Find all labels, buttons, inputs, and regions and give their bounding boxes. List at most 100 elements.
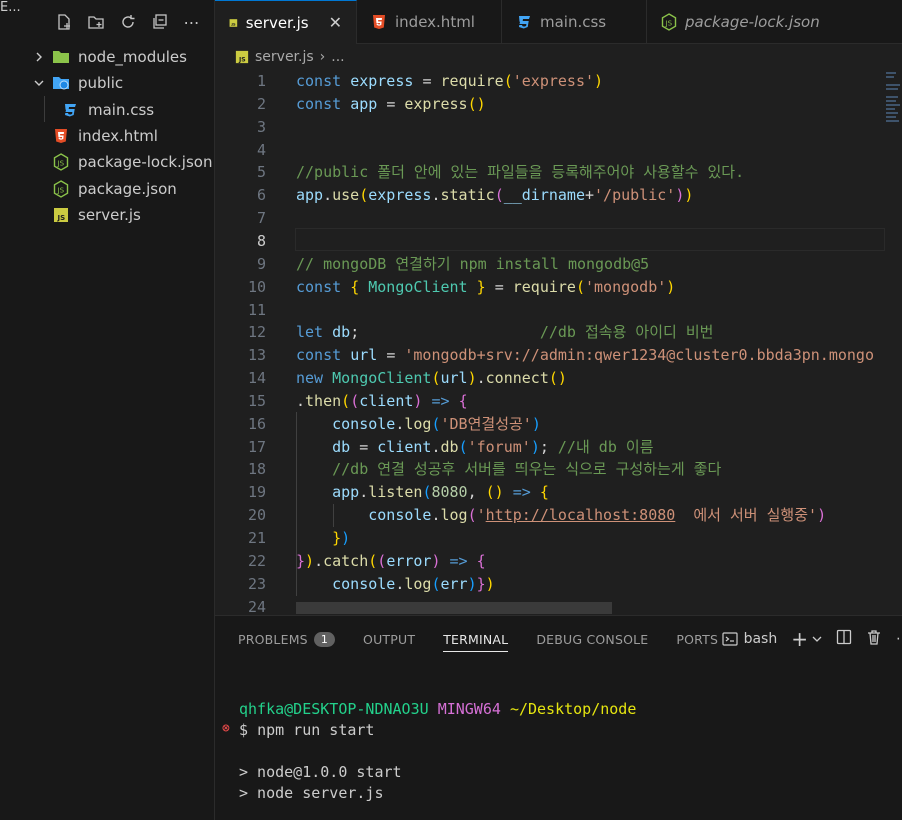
js-file-icon: JS: [235, 50, 249, 63]
code-token: (: [377, 551, 387, 570]
code-line[interactable]: 7: [215, 207, 902, 230]
more-actions-icon[interactable]: ⋯: [182, 12, 202, 32]
code-line[interactable]: 18 //db 연결 성공후 서버를 띄우는 식으로 구성하는게 좋다: [215, 458, 902, 481]
code-line[interactable]: 20 console.log('http://localhost:8080 에서…: [215, 504, 902, 527]
code-line[interactable]: 13 const url = 'mongodb+srv://admin:qwer1…: [215, 344, 902, 367]
code-line[interactable]: 3: [215, 116, 902, 139]
tab-main-css[interactable]: main.css: [502, 0, 647, 44]
code-line[interactable]: 6 app.use(express.static(__dirname+'/publ…: [215, 184, 902, 207]
tree-item-public[interactable]: public: [0, 70, 214, 96]
code-token: =: [422, 72, 441, 90]
tab-output[interactable]: OUTPUT: [363, 616, 415, 662]
code-token: error: [386, 551, 432, 570]
code-content: console.log(err)}): [296, 573, 495, 596]
code-line[interactable]: 8: [215, 230, 902, 253]
terminal-shell-selector[interactable]: bash: [721, 631, 778, 647]
code-line[interactable]: 9 // mongoDB 연결하기 npm install mongodb@5: [215, 253, 902, 276]
tree-item-package-lock-json[interactable]: JS package-lock.json: [0, 149, 214, 175]
breadcrumb-rest[interactable]: ...: [331, 49, 344, 65]
code-token: app: [296, 186, 324, 205]
line-number: 15: [247, 391, 266, 410]
code-line[interactable]: 17 db = client.db('forum'); //내 db 이름: [215, 436, 902, 459]
code-line[interactable]: 24: [215, 596, 902, 615]
new-file-icon[interactable]: [54, 12, 74, 32]
code-token: const: [296, 346, 351, 365]
tab-label: PORTS: [676, 631, 719, 647]
terminal-path: ~/Desktop/node: [509, 700, 637, 718]
error-circle-icon[interactable]: ⊗: [222, 721, 230, 736]
code-line[interactable]: 19 app.listen(8080, () => {: [215, 481, 902, 504]
tab-debug-console[interactable]: DEBUG CONSOLE: [536, 616, 648, 662]
code-token: url: [440, 369, 468, 388]
code-line[interactable]: 5 //public 폴더 안에 있는 파일들을 등록해주어야 사용할수 있다.: [215, 161, 902, 184]
tree-item-node-modules[interactable]: node_modules: [0, 44, 214, 70]
code-token: {: [458, 391, 468, 410]
code-token: const: [296, 277, 351, 296]
code-token: log: [440, 506, 468, 525]
code-line[interactable]: 2 const app = express(): [215, 93, 902, 116]
line-number: 7: [256, 209, 266, 228]
new-folder-icon[interactable]: [86, 12, 106, 32]
code-editor[interactable]: 1 const express = require('express') 2 cons…: [215, 70, 902, 615]
code-token: MongoClient: [332, 369, 432, 388]
line-number: 10: [247, 277, 266, 296]
terminal-command-line: $ npm run start: [239, 720, 374, 741]
refresh-icon[interactable]: [118, 12, 138, 32]
code-token: (: [458, 437, 468, 456]
code-token: require: [512, 277, 576, 296]
tree-item-index-html[interactable]: index.html: [0, 123, 214, 149]
tab-server-js[interactable]: JS server.js ✕: [215, 0, 357, 44]
code-token: (: [368, 551, 378, 570]
trash-icon[interactable]: [866, 629, 882, 649]
tab-package-lock-json[interactable]: JS package-lock.json: [647, 0, 837, 44]
code-token: then: [305, 391, 342, 410]
tab-label: package-lock.json: [685, 13, 820, 31]
collapse-all-icon[interactable]: [150, 12, 170, 32]
tree-item-server-js[interactable]: JS server.js: [0, 202, 214, 228]
code-token: express: [350, 72, 423, 90]
code-token: console: [332, 574, 396, 593]
code-token: +: [585, 186, 595, 205]
new-terminal-button[interactable]: +: [791, 627, 822, 651]
code-line[interactable]: 23 console.log(err)}): [215, 573, 902, 596]
tree-item-package-json[interactable]: JS package.json: [0, 175, 214, 201]
code-token: (: [494, 186, 504, 205]
tab-problems[interactable]: PROBLEMS 1: [238, 616, 336, 662]
tab-index-html[interactable]: index.html: [357, 0, 502, 44]
shell-name: bash: [743, 631, 778, 647]
code-content: app.listen(8080, () => {: [296, 481, 549, 504]
tab-ports[interactable]: PORTS: [676, 616, 718, 662]
code-line[interactable]: 21 }): [215, 527, 902, 550]
code-token: ): [467, 369, 477, 388]
tab-terminal[interactable]: TERMINAL: [443, 616, 509, 662]
js-file-icon: JS: [229, 18, 238, 27]
code-token: ): [594, 72, 604, 90]
code-line[interactable]: 15 .then((client) => {: [215, 390, 902, 413]
code-line[interactable]: 10 const { MongoClient } = require('mongo…: [215, 276, 902, 299]
split-terminal-icon[interactable]: [836, 629, 852, 649]
code-token: =>: [512, 483, 540, 502]
code-token: http://localhost:8080: [485, 506, 676, 525]
code-line[interactable]: 1 const express = require('express'): [215, 70, 902, 93]
close-icon[interactable]: ✕: [329, 13, 342, 32]
code-content: const { MongoClient } = require('mongodb…: [296, 276, 675, 299]
code-token: ): [684, 186, 694, 205]
code-line[interactable]: 22}).catch((error) => {: [215, 550, 902, 573]
line-number: 9: [256, 254, 266, 273]
tab-label: DEBUG CONSOLE: [536, 631, 649, 647]
tree-item-label: index.html: [78, 127, 158, 146]
code-line[interactable]: 14 new MongoClient(url).connect(): [215, 367, 902, 390]
line-number: 8: [256, 231, 266, 250]
breadcrumb-file[interactable]: server.js: [255, 49, 314, 65]
code-token: express: [404, 94, 468, 113]
code-token: //db 연결 성공후 서버를 띄우는 식으로 구성하는게 좋다: [332, 460, 722, 479]
code-line[interactable]: 11: [215, 299, 902, 322]
code-line[interactable]: 12 let db; //db 접속용 아이디 비번: [215, 321, 902, 344]
code-token: 'mongodb': [585, 277, 667, 296]
code-token: new: [296, 369, 333, 388]
tree-item-main-css[interactable]: main.css: [0, 97, 214, 123]
css-file-icon: [61, 101, 79, 119]
code-line[interactable]: 16 console.log('DB연결성공'): [215, 413, 902, 436]
more-actions-icon[interactable]: ⋯: [896, 631, 902, 647]
code-line[interactable]: 4: [215, 139, 902, 162]
